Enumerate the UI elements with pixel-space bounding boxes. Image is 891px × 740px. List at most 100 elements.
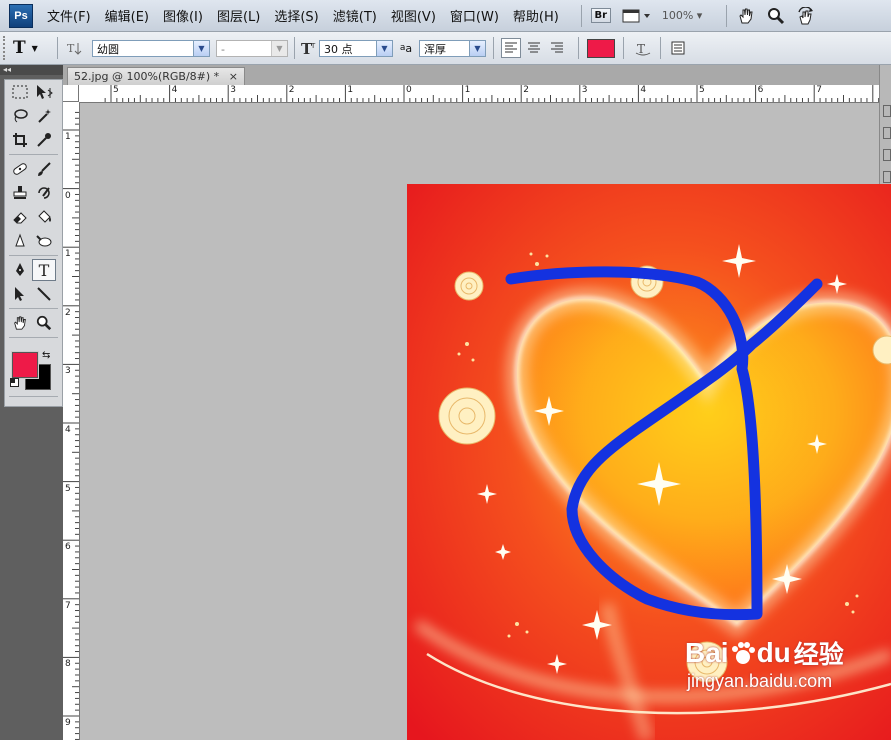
hand-icon (739, 8, 753, 23)
options-divider (660, 37, 661, 59)
ruler-label: 4 (171, 85, 178, 95)
warp-text-icon: T (635, 42, 651, 56)
eyedropper-tool[interactable] (32, 129, 56, 151)
ruler-label: 6 (65, 542, 71, 553)
align-left-button[interactable] (501, 38, 521, 58)
options-divider (294, 37, 295, 59)
crop-icon (13, 133, 27, 147)
bandage-icon (13, 163, 27, 175)
menu-view[interactable]: 视图(V) (391, 6, 436, 25)
toggle-character-panel-button[interactable] (667, 38, 689, 58)
vertical-ruler[interactable]: 1 0 1 2 3 4 5 6 7 8 9 (63, 102, 80, 740)
document-tab[interactable]: 52.jpg @ 100%(RGB/8#) * × (67, 67, 245, 85)
align-center-icon (528, 42, 540, 53)
ruler-label: 3 (230, 85, 236, 95)
chevron-down-icon: ▼ (469, 40, 485, 56)
font-size-value: 30 点 (324, 42, 353, 56)
chevron-down-icon: ▼ (271, 40, 287, 56)
font-family-select[interactable]: 幼圆 ▼ (92, 39, 210, 57)
tool-divider (9, 154, 58, 155)
align-center-button[interactable] (524, 38, 544, 58)
ruler-label: 2 (288, 85, 295, 95)
ruler-label: 1 (347, 85, 354, 95)
menu-filter[interactable]: 滤镜(T) (333, 6, 377, 25)
zoom-tool-button[interactable] (765, 6, 787, 26)
magic-wand-icon (38, 109, 51, 123)
ruler-label: 7 (65, 600, 71, 611)
options-divider (623, 37, 624, 59)
type-tool[interactable]: T (32, 259, 56, 281)
menu-edit[interactable]: 编辑(E) (105, 6, 149, 25)
chevron-down-icon: ▼ (193, 40, 209, 56)
paint-bucket-tool[interactable] (32, 206, 56, 228)
ruler-label: 4 (640, 85, 647, 95)
menu-window[interactable]: 窗口(W) (450, 6, 499, 25)
toolbox: T ⇆ (4, 79, 63, 407)
foreground-color-swatch[interactable] (12, 352, 38, 378)
eraser-tool[interactable] (8, 206, 32, 228)
hand-tool-button[interactable] (735, 6, 757, 26)
tool-divider (9, 337, 58, 338)
zoom-tool[interactable] (32, 312, 56, 334)
healing-brush-tool[interactable] (8, 158, 32, 180)
watermark-brand-cn: 经验 (793, 640, 844, 669)
menu-select[interactable]: 选择(S) (274, 6, 318, 25)
type-icon: T (38, 260, 50, 280)
swap-colors-icon[interactable]: ⇆ (42, 350, 50, 361)
line-tool[interactable] (32, 283, 56, 305)
lasso-tool[interactable] (8, 105, 32, 127)
menu-divider (726, 4, 728, 27)
pen-tool[interactable] (8, 259, 32, 281)
watermark-brand-du: du (756, 637, 791, 668)
view-extras-icon (622, 9, 650, 22)
brush-tool[interactable] (32, 158, 56, 180)
ruler-label: 5 (113, 85, 119, 95)
ruler-origin[interactable] (63, 85, 79, 102)
align-right-button[interactable] (547, 38, 567, 58)
paw-logo-icon (731, 642, 755, 664)
menu-image[interactable]: 图像(I) (163, 6, 203, 25)
menu-bar: Ps 文件(F) 编辑(E) 图像(I) 图层(L) 选择(S) 滤镜(T) 视… (0, 0, 891, 32)
view-extras-button[interactable] (620, 6, 654, 26)
marquee-tool[interactable] (8, 81, 32, 103)
text-orientation-icon: T (67, 42, 82, 55)
horizontal-ruler[interactable]: 5 4 3 2 1 0 1 2 3 4 5 6 7 (79, 85, 879, 103)
font-size-select[interactable]: 30 点 ▼ (319, 39, 393, 57)
menu-layer[interactable]: 图层(L) (217, 6, 260, 25)
toggle-text-orientation-button[interactable]: T (64, 38, 86, 58)
lasso-icon (14, 109, 28, 123)
ruler-label: 1 (65, 132, 71, 142)
blur-tool[interactable] (8, 230, 32, 252)
rotate-view-button[interactable] (795, 6, 817, 26)
tool-preset-picker[interactable]: T ▼ (13, 38, 53, 58)
close-icon[interactable]: × (229, 68, 238, 86)
move-tool[interactable] (32, 81, 56, 103)
align-left-icon (505, 42, 517, 53)
text-color-swatch[interactable] (587, 38, 615, 58)
eraser-icon (13, 212, 27, 224)
svg-text:T: T (67, 42, 75, 55)
warp-text-button[interactable]: T (632, 38, 654, 58)
zoom-level-select[interactable]: 100% ▾ (662, 9, 702, 22)
options-bar-grip[interactable] (3, 36, 9, 60)
launch-bridge-button[interactable]: Br (590, 6, 612, 26)
menu-file[interactable]: 文件(F) (47, 6, 91, 25)
path-selection-tool[interactable] (8, 283, 32, 305)
ruler-label: 1 (65, 249, 71, 260)
clone-stamp-tool[interactable] (8, 182, 32, 204)
anti-alias-select[interactable]: 浑厚 ▼ (419, 39, 486, 57)
options-bar: T ▼ T 幼圆 ▼ - ▼ TT 30 点 ▼ aa 浑厚 ▼ T (0, 32, 891, 65)
anti-alias-value: 浑厚 (424, 42, 446, 56)
magic-wand-tool[interactable] (32, 105, 56, 127)
dodge-tool[interactable] (32, 230, 56, 252)
hand-tool[interactable] (8, 312, 32, 334)
default-colors-icon[interactable] (10, 378, 19, 387)
ruler-label: 0 (406, 85, 412, 95)
collapse-panel-button[interactable]: ◂◂ (0, 65, 63, 75)
align-right-icon (551, 42, 563, 53)
crop-tool[interactable] (8, 129, 32, 151)
font-style-select[interactable]: - ▼ (216, 39, 288, 57)
menu-help[interactable]: 帮助(H) (513, 6, 559, 25)
history-brush-tool[interactable] (32, 182, 56, 204)
ruler-label: 3 (65, 366, 71, 377)
